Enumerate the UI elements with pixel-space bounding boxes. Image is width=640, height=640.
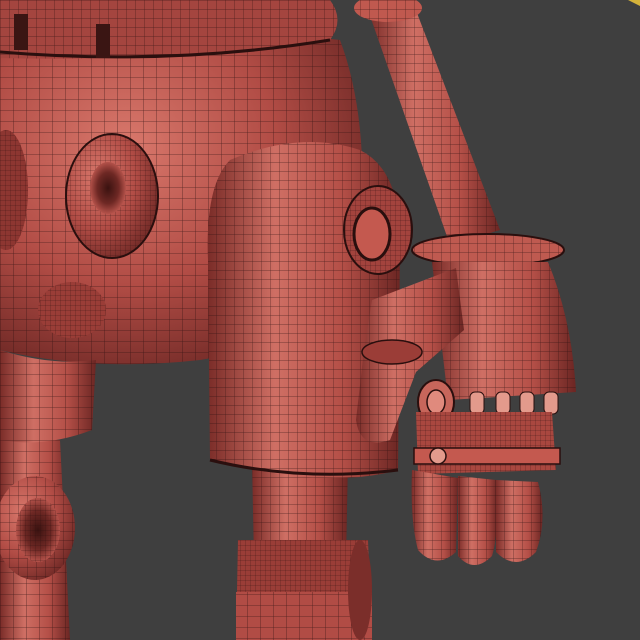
hip-socket-left	[65, 133, 159, 259]
left-thigh	[0, 350, 96, 443]
fingers	[411, 412, 561, 565]
3d-viewport[interactable]	[0, 0, 640, 640]
wireframe-robot-render	[0, 0, 640, 640]
boot	[236, 540, 372, 640]
wrist-ring	[411, 233, 565, 267]
